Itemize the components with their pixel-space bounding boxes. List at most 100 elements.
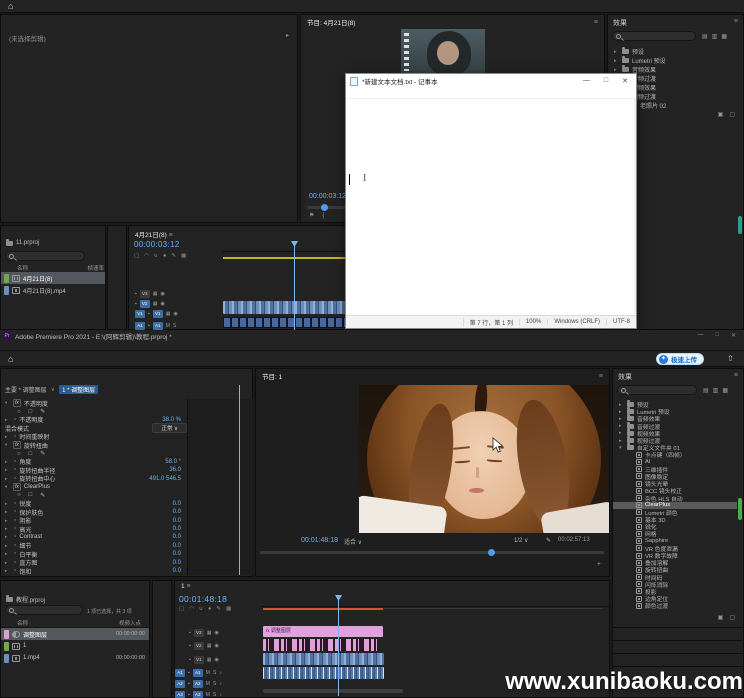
fragmented-clips-v2[interactable]	[263, 639, 379, 651]
filter-32bit-icon[interactable]: ▥	[713, 387, 719, 394]
minimize-button[interactable]: —	[697, 332, 703, 339]
effects-tree-item[interactable]: 图像稳定	[613, 473, 737, 481]
effects-tree-item[interactable]: 三维插件	[613, 466, 737, 474]
twirl-icon[interactable]: ▸	[5, 467, 10, 473]
track-visibility-icon[interactable]: ◉	[215, 643, 219, 649]
effects-tree-item[interactable]: 颜色过渡	[613, 602, 737, 610]
track-header[interactable]: ▪ V1 ▦ ◉	[175, 653, 261, 667]
scrubber-handle[interactable]	[321, 204, 328, 211]
stopwatch-icon[interactable]: ◔	[13, 534, 16, 540]
effects-tree-item[interactable]: 基本 3D	[613, 516, 737, 524]
grid-icon[interactable]: ▦	[226, 606, 231, 612]
solo-button[interactable]: S	[213, 670, 216, 676]
property-value[interactable]: 正常 ∨	[152, 423, 187, 434]
maximize-button[interactable]: □	[715, 332, 719, 339]
timeline-timecode[interactable]: 00:01:48:18	[179, 594, 227, 604]
track-header[interactable]: A1 ▪ A1 M S ♪	[175, 667, 261, 678]
home-icon[interactable]: ⌂	[8, 1, 13, 11]
project-search-input[interactable]	[5, 251, 85, 261]
property-value[interactable]: 36.0	[169, 467, 187, 473]
twirl-icon[interactable]: ▸	[5, 560, 10, 566]
effect-property-row[interactable]: ▾ fx 不透明度	[1, 399, 187, 408]
twirl-icon[interactable]: ▸	[5, 551, 10, 557]
home-icon[interactable]: ⌂	[8, 354, 13, 364]
effects-tree-item[interactable]: ▸ 预设	[608, 47, 737, 56]
lock-icon[interactable]: ▪	[189, 657, 191, 663]
track-visibility-icon[interactable]: ◉	[215, 630, 219, 636]
effects-tree-item[interactable]: 叠加溶解	[613, 559, 737, 567]
effect-property-row[interactable]: ▸ ◔ 高光 0.0	[1, 525, 187, 534]
track-target-button[interactable]: A1	[192, 668, 203, 677]
project-item[interactable]: 4月21日(8)	[1, 272, 105, 284]
lock-icon[interactable]: ▪	[188, 692, 190, 698]
docked-panel-tab[interactable]	[613, 653, 743, 666]
project-item[interactable]: 4月21日(8).mp4	[1, 284, 105, 296]
pen-mask-icon[interactable]: ✎	[40, 450, 45, 457]
effects-tree-item[interactable]: 投影	[613, 588, 737, 596]
label-color-swatch[interactable]	[4, 653, 9, 663]
property-value[interactable]: 0.0	[173, 518, 187, 524]
marker-icon[interactable]: ●	[163, 253, 166, 259]
effects-tree-item[interactable]: 旋转扭曲	[613, 566, 737, 574]
scrollbar-handle[interactable]	[738, 216, 742, 234]
delete-icon[interactable]: ▢	[729, 614, 735, 621]
effects-tree-item[interactable]: 锐化	[613, 523, 737, 531]
marker-icon[interactable]: ●	[208, 606, 211, 612]
ellipse-mask-icon[interactable]: ○	[17, 492, 21, 498]
track-header[interactable]: ▪ V2 ▦ ◉	[175, 640, 261, 654]
twirl-icon[interactable]: ▸	[5, 476, 10, 482]
track-target-button[interactable]: V1	[193, 655, 204, 664]
source-patch[interactable]: A1	[175, 668, 185, 677]
lock-icon[interactable]: ▪	[188, 670, 190, 676]
twirl-icon[interactable]: ▸	[5, 509, 10, 515]
effects-search-input[interactable]	[617, 385, 697, 395]
label-color-swatch[interactable]	[4, 273, 9, 283]
track-target-button[interactable]: A2	[192, 679, 203, 688]
track-header[interactable]: ▪ V3 ▦ ◉	[135, 290, 165, 298]
effects-tree-item[interactable]: 杂色 HLS 自动	[613, 494, 737, 503]
effect-property-row[interactable]: ▾ fx 旋转扭曲	[1, 441, 187, 450]
property-value[interactable]: 38.0 %	[162, 417, 187, 423]
track-target-button[interactable]: V3	[193, 628, 204, 637]
rect-mask-icon[interactable]: □	[29, 492, 33, 498]
stopwatch-icon[interactable]: ◔	[13, 476, 16, 482]
twirl-icon[interactable]: ▸	[5, 534, 10, 540]
playhead-line[interactable]	[338, 595, 339, 696]
fx-badge-icon[interactable]: fx	[13, 483, 21, 492]
twirl-icon[interactable]: ▸	[5, 543, 10, 549]
snap-icon[interactable]: ▢	[179, 606, 184, 612]
twirl-icon[interactable]: ▾	[5, 442, 10, 448]
effects-tree-item[interactable]: ▸ Lumetri 预设	[613, 407, 737, 416]
quick-export-icon[interactable]: ⇧	[727, 354, 734, 363]
stopwatch-icon[interactable]: ◔	[13, 417, 16, 423]
property-value[interactable]: 0.0	[173, 568, 187, 574]
sync-lock-icon[interactable]: ▦	[207, 657, 212, 663]
new-bin-icon[interactable]: ▣	[718, 614, 724, 621]
solo-button[interactable]: S	[213, 681, 216, 687]
program-scrubber[interactable]	[260, 549, 604, 556]
effects-tree-item[interactable]: 网格	[613, 530, 737, 538]
track-header[interactable]: ▪ V3 ▦ ◉	[175, 626, 261, 640]
filter-yuv-icon[interactable]: ▦	[721, 33, 727, 40]
property-value[interactable]: 0.0	[173, 543, 187, 549]
expand-icon[interactable]: ▸	[614, 67, 619, 73]
master-clip-label[interactable]: 主要 * 调整图层	[5, 385, 47, 394]
effects-tree-item[interactable]: Lumetri 颜色	[613, 509, 737, 517]
effects-tree-item[interactable]: ▸ 音频效果	[613, 414, 737, 423]
column-video-in[interactable]: 视频入点	[119, 619, 151, 627]
twirl-icon[interactable]: ▸	[5, 526, 10, 532]
effect-property-row[interactable]: ▸ ◔ 旋转扭曲中心 491.0 546.5	[1, 475, 187, 484]
effects-tree-item[interactable]: ▸ 视频效果	[613, 428, 737, 438]
project-search-input[interactable]	[5, 605, 83, 615]
source-patch[interactable]: A2	[175, 679, 185, 688]
sequence-tab[interactable]: 4月21日(8) ≡	[135, 229, 173, 239]
settings-wrench-icon[interactable]: ✎	[546, 537, 551, 544]
effects-tree-item[interactable]: 时间码	[613, 574, 737, 582]
effects-tree-item[interactable]: ▸ Lumetri 预设	[608, 56, 737, 65]
playhead-line[interactable]	[294, 241, 295, 330]
program-tab[interactable]: 节目: 1	[262, 371, 282, 381]
track-target-button[interactable]: A3	[192, 690, 203, 698]
label-color-swatch[interactable]	[4, 285, 9, 295]
close-button[interactable]: ✕	[731, 332, 736, 339]
expand-icon[interactable]: ▸	[614, 49, 619, 55]
